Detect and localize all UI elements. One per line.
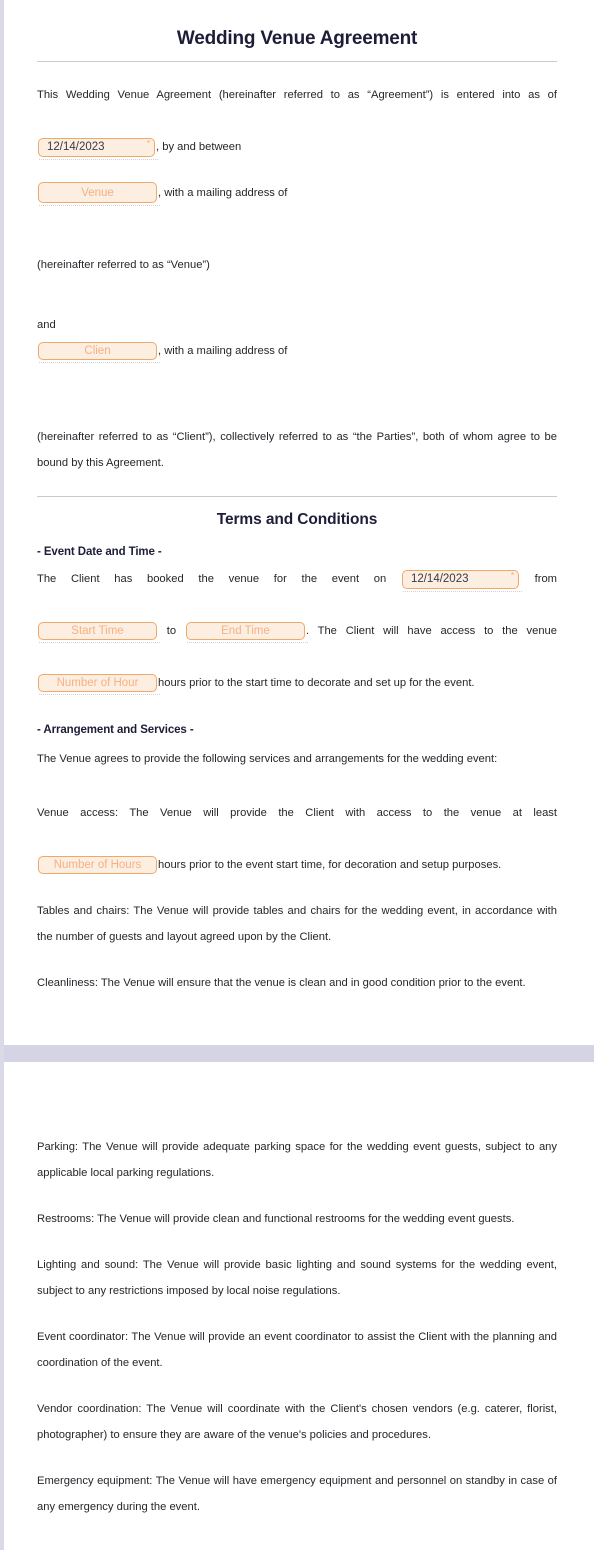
- page2-item: Vendor coordination: The Venue will coor…: [37, 1403, 557, 1441]
- event-booking-text-4: . The Client will have access to the ven…: [305, 625, 558, 637]
- venue-name-field[interactable]: Venue: [38, 182, 160, 206]
- venue-access-line-1: Venue access: The Venue will provide the…: [37, 800, 557, 852]
- event-date-value: 12/14/2023: [410, 573, 469, 585]
- agreement-date-field[interactable]: 12/14/2023 *: [38, 138, 158, 160]
- venue-access-text-after: hours prior to the event start time, for…: [158, 859, 502, 871]
- event-booking-text-5: hours prior to the start time to decorat…: [158, 677, 475, 689]
- page-title: Wedding Venue Agreement: [176, 28, 418, 49]
- arrangement-item: Tables and chairs: The Venue will provid…: [37, 905, 557, 943]
- required-asterisk-icon: *: [510, 571, 514, 580]
- venue-suffix-text: , with a mailing address of: [158, 187, 288, 199]
- document-page-1: Wedding Venue Agreement This Wedding Ven…: [0, 0, 594, 1045]
- access-hours-field[interactable]: Number of Hours: [38, 856, 157, 874]
- document-viewport: Wedding Venue Agreement This Wedding Ven…: [0, 0, 594, 1550]
- client-name-row: Clien, with a mailing address of: [37, 338, 557, 364]
- event-date-time-heading: - Event Date and Time -: [37, 546, 162, 558]
- venue-parenthetical-text: (hereinafter referred to as “Venue”): [37, 259, 210, 271]
- venue-name-row: Venue, with a mailing address of: [37, 180, 557, 206]
- arrangement-intro-text: The Venue agrees to provide the followin…: [37, 753, 498, 765]
- start-time-field[interactable]: Start Time: [38, 622, 160, 643]
- terms-section-title: Terms and Conditions: [216, 511, 378, 528]
- page2-item: Lighting and sound: The Venue will provi…: [37, 1259, 557, 1297]
- intro-line1-suffix: , by and between: [156, 141, 242, 153]
- end-time-field[interactable]: End Time: [185, 622, 308, 643]
- page2-item: Emergency equipment: The Venue will have…: [37, 1475, 557, 1513]
- intro-paragraph-1: This Wedding Venue Agreement (hereinafte…: [37, 82, 557, 134]
- agreement-date-value: 12/14/2023: [47, 141, 105, 153]
- required-asterisk-icon: *: [146, 139, 150, 148]
- intro-line1-text: This Wedding Venue Agreement (hereinafte…: [37, 89, 557, 101]
- venue-access-line-2: Number of Hours hours prior to the event …: [37, 852, 557, 878]
- arrangement-item: Cleanliness: The Venue will ensure that …: [37, 977, 526, 989]
- client-name-field[interactable]: Clien: [38, 342, 160, 363]
- page-break-separator: [0, 1045, 594, 1062]
- agreement-date-row: 12/14/2023 * , by and between: [37, 134, 557, 160]
- setup-hours-field[interactable]: Number of Hour: [38, 674, 160, 695]
- venue-access-text-before: Venue access: The Venue will provide the…: [37, 807, 557, 819]
- event-booking-line-1: The Client has booked the venue for the …: [37, 566, 557, 618]
- parties-closing-paragraph: (hereinafter referred to as “Client”), c…: [37, 431, 557, 469]
- arrangement-services-heading: - Arrangement and Services -: [37, 724, 194, 736]
- event-booking-text-3: to: [166, 625, 177, 637]
- event-booking-text-2: from: [534, 573, 557, 585]
- page2-item: Event coordinator: The Venue will provid…: [37, 1331, 557, 1369]
- event-booking-text-1: The Client has booked the venue for the …: [37, 573, 387, 585]
- page2-item: Parking: The Venue will provide adequate…: [37, 1141, 557, 1179]
- document-page-2: Parking: The Venue will provide adequate…: [0, 1062, 594, 1550]
- event-date-field[interactable]: 12/14/2023 *: [401, 570, 522, 592]
- and-label: and: [37, 319, 56, 331]
- event-booking-line-2: Start Time to End Time. The Client will …: [37, 618, 557, 670]
- event-booking-line-3: Number of Hour hours prior to the start t…: [37, 670, 557, 696]
- page2-item: Restrooms: The Venue will provide clean …: [37, 1213, 515, 1225]
- client-suffix-text: , with a mailing address of: [158, 345, 288, 357]
- left-gutter-strip: [0, 0, 4, 1550]
